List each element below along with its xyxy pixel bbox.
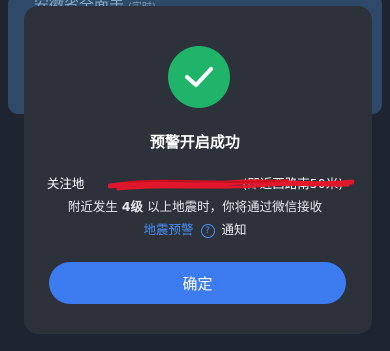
magnitude-level: 4级	[121, 199, 144, 214]
confirm-button[interactable]: 确定	[49, 262, 346, 304]
notify-text: 通知	[221, 222, 247, 237]
dialog-link-line: 地震预警 ? 通知	[0, 219, 390, 238]
dialog-title: 预警开启成功	[149, 133, 240, 151]
help-circle-icon[interactable]: ?	[200, 223, 215, 238]
condition-rest: 以上地震时，你将通过微信接收	[147, 199, 323, 214]
condition-prefix: 附近发生	[67, 199, 118, 214]
location-prefix: 关注地	[46, 176, 85, 191]
check-mark	[185, 67, 213, 87]
earthquake-alert-link[interactable]: 地震预警	[144, 222, 194, 237]
check-icon	[168, 46, 230, 108]
redaction-scribble	[108, 179, 354, 191]
dialog-condition-line: 附近发生 4级 以上地震时，你将通过微信接收	[0, 196, 390, 215]
